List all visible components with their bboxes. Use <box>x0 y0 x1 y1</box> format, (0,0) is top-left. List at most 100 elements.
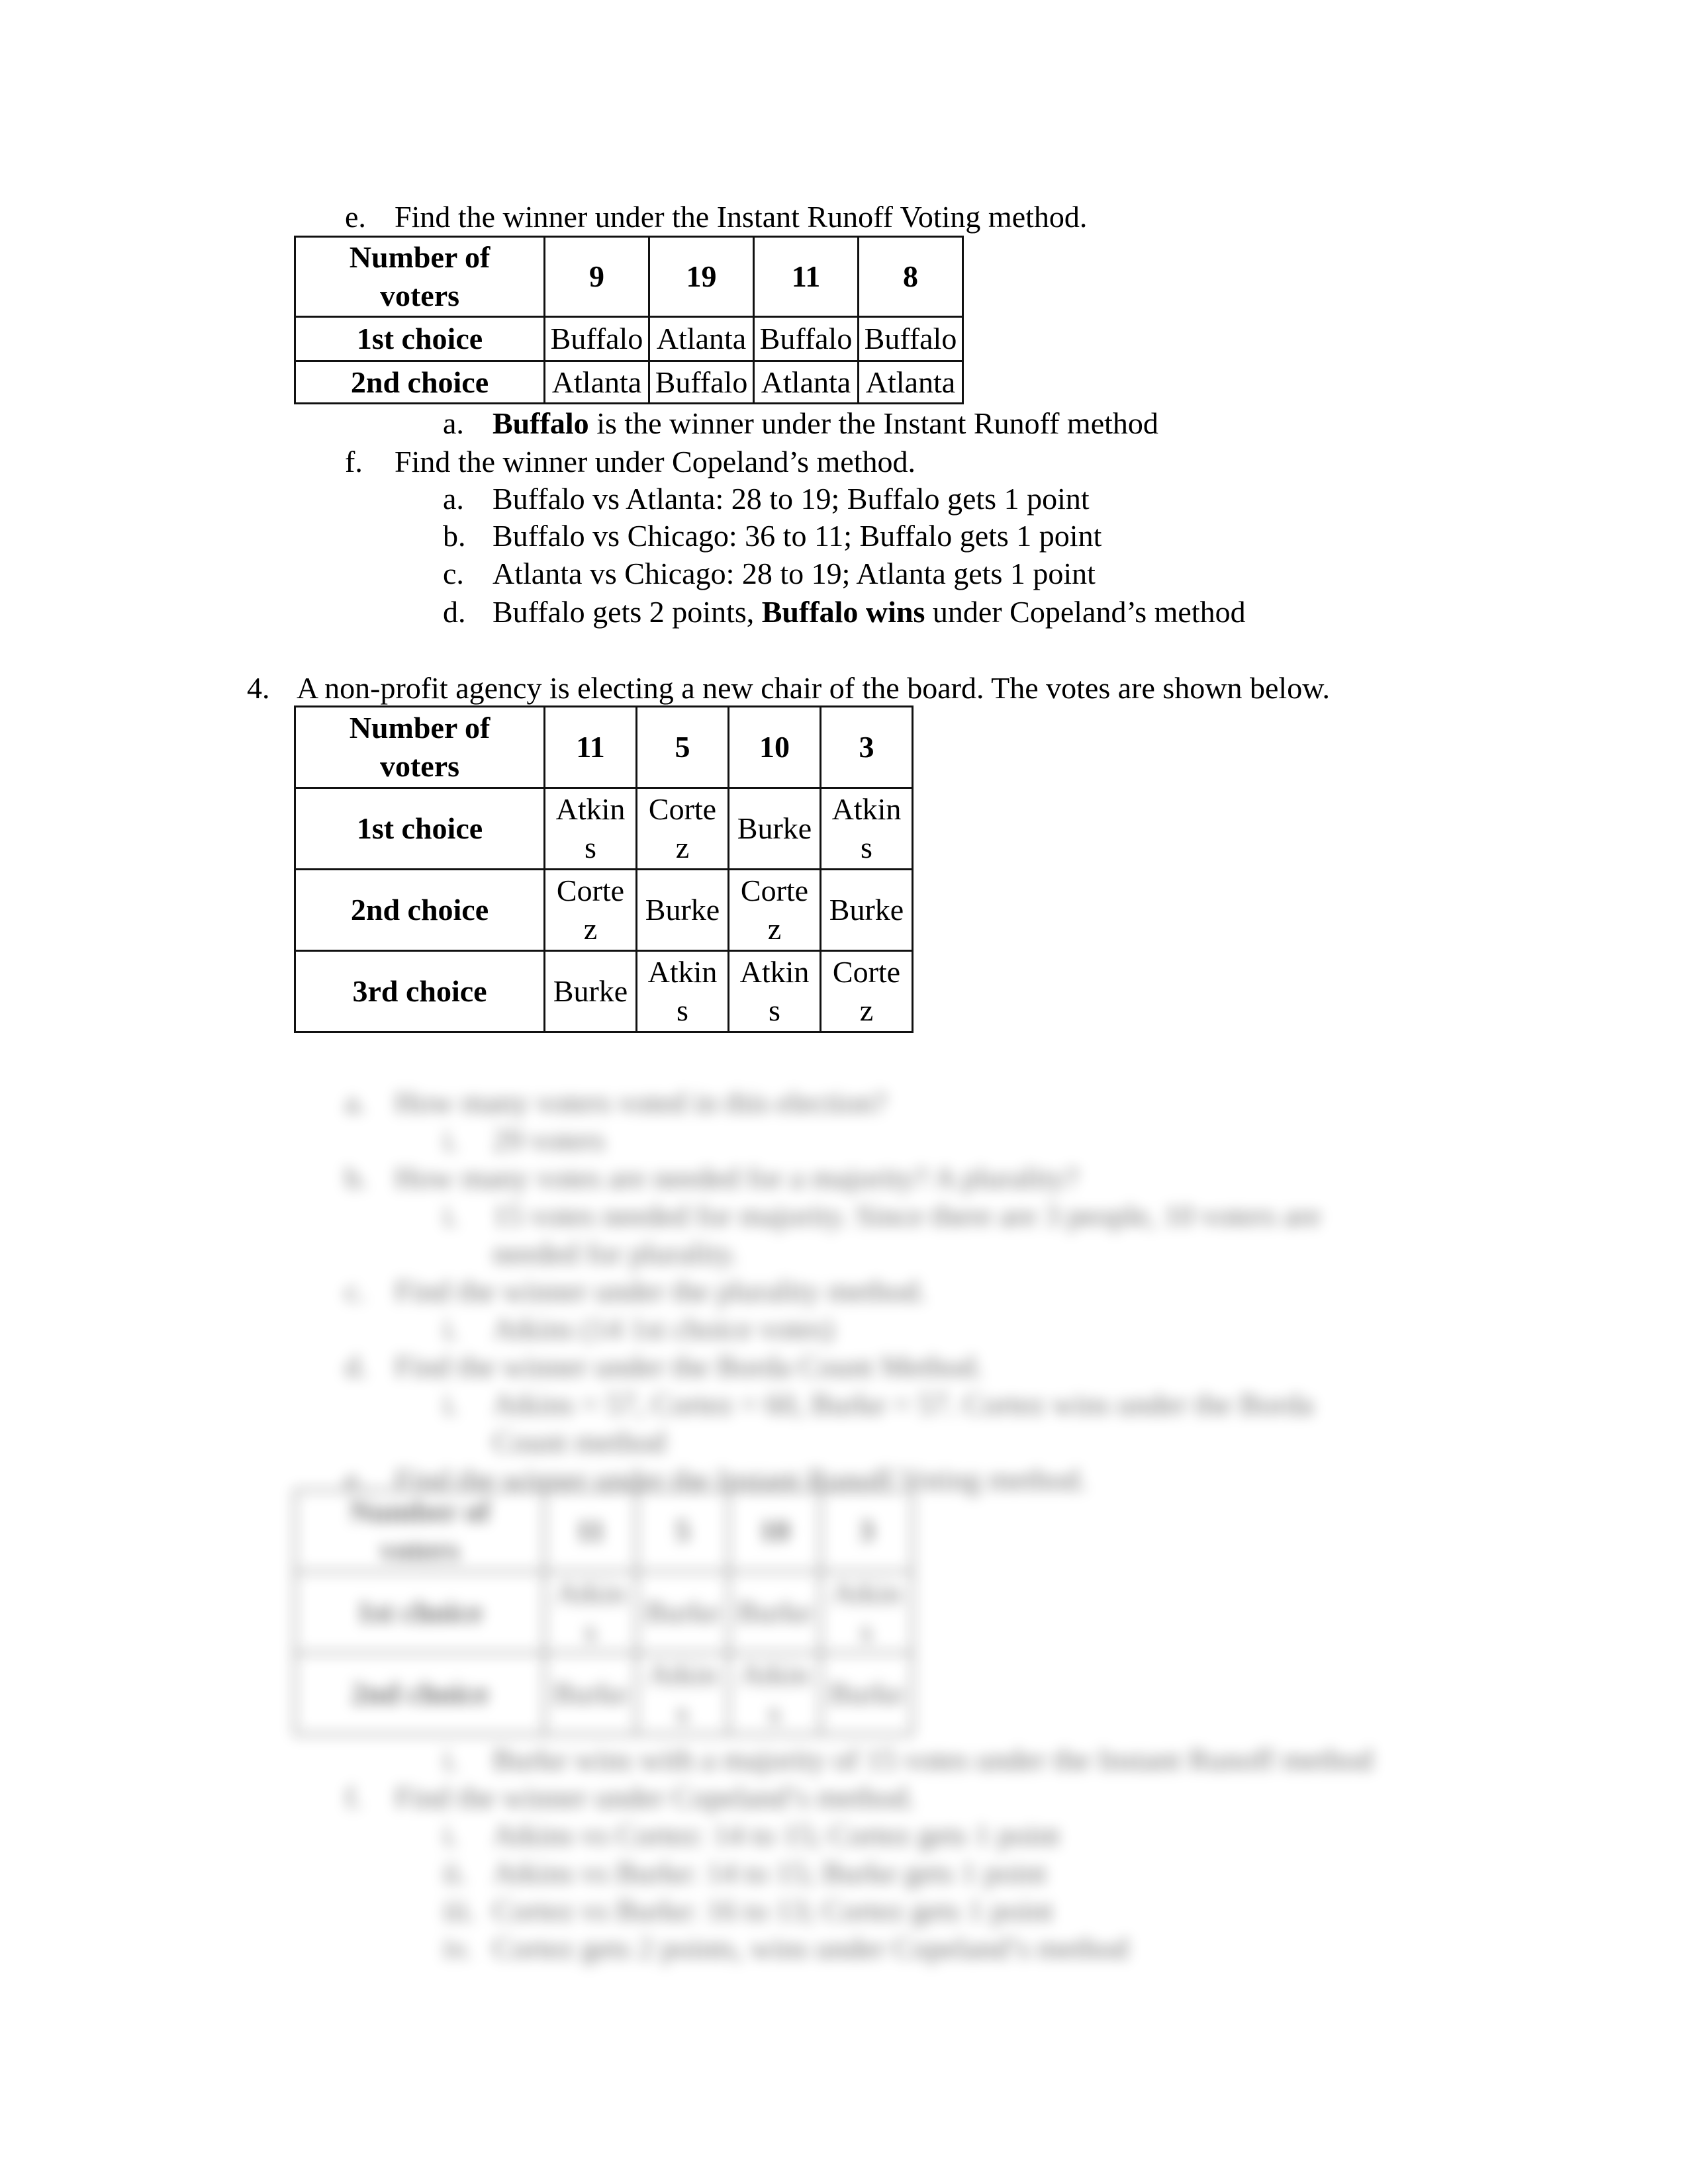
table-cell: Burke <box>543 950 637 1033</box>
blurred-preview: a. How many voters voted in this election… <box>0 1079 1688 2005</box>
line-text: Burke wins with a majority of 15 votes u… <box>492 1743 1374 1776</box>
list-marker: i. <box>443 1387 459 1421</box>
table-cell: Atkins <box>635 1652 729 1735</box>
voter-count: 5 <box>635 705 729 789</box>
table-cell: Atlanta <box>648 316 755 362</box>
row-label: 2nd choice <box>294 868 545 952</box>
line-text: 15 votes needed for majority. Since ther… <box>492 1199 1321 1232</box>
table-row: Number of voters 11 5 10 3 <box>294 705 914 789</box>
table-cell: Burke <box>820 868 914 952</box>
table-row: 1st choice Atkins Cortez Burke Atkins <box>294 787 914 870</box>
table-cell: Buffalo <box>648 360 755 404</box>
blurred-irv-table: Number of voters 11 5 10 3 1st choice At… <box>294 1489 914 1735</box>
list-marker: a. <box>443 406 464 440</box>
list-marker: a. <box>443 482 464 516</box>
table-cell: Atlanta <box>857 360 964 404</box>
table-row: Number of voters 9 19 11 8 <box>294 236 964 318</box>
voter-count: 9 <box>543 236 650 318</box>
table-cell: Burke <box>543 1652 637 1735</box>
list-marker: f. <box>345 1780 363 1814</box>
table-row: 2nd choice Atlanta Buffalo Atlanta Atlan… <box>294 360 964 404</box>
item-text: under Copeland’s method <box>925 595 1246 629</box>
table-cell: Atkins <box>727 1652 821 1735</box>
list-marker: c. <box>345 1274 366 1308</box>
table-cell: Buffalo <box>543 316 650 362</box>
item-text: Buffalo vs Atlanta: 28 to 19; Buffalo ge… <box>492 482 1090 516</box>
voter-count: 19 <box>648 236 755 318</box>
header-label: Number of voters <box>294 705 545 789</box>
list-marker: d. <box>345 1349 368 1383</box>
table-cell: Burke <box>635 1570 729 1654</box>
list-marker: b. <box>345 1161 368 1195</box>
prompt-text: Find the winner under the Instant Runoff… <box>395 200 1088 234</box>
list-marker: d. <box>443 595 466 629</box>
table-cell: Atlanta <box>543 360 650 404</box>
line-text: How many votes are needed for a majority… <box>395 1161 1079 1195</box>
table-cell: Atkins <box>727 950 821 1033</box>
table-cell: Buffalo <box>753 316 859 362</box>
winner-name: Buffalo <box>492 406 589 440</box>
line-text: Find the winner under the Borda Count Me… <box>395 1349 984 1383</box>
header-label: Number of voters <box>294 236 545 318</box>
item-text: Buffalo gets 2 points, <box>492 595 762 629</box>
voter-count: 3 <box>820 1489 914 1572</box>
table-cell: Burke <box>727 787 821 870</box>
table-cell: Cortez <box>820 950 914 1033</box>
question-number: 4. <box>247 671 270 705</box>
table-cell: Cortez <box>727 868 821 952</box>
voter-count: 11 <box>543 705 637 789</box>
voter-count: 10 <box>727 1489 821 1572</box>
table-cell: Atkins <box>820 787 914 870</box>
row-label: 1st choice <box>294 787 545 870</box>
table-cell: Buffalo <box>857 316 964 362</box>
table-cell: Cortez <box>543 868 637 952</box>
table-cell: Atkins <box>820 1570 914 1654</box>
prompt-text: Find the winner under Copeland’s method. <box>395 445 915 478</box>
list-marker: ii. <box>443 1856 468 1889</box>
table-row: Number of voters 11 5 10 3 <box>294 1489 914 1572</box>
table-row: 3rd choice Burke Atkins Atkins Cortez <box>294 950 914 1033</box>
line-text: Count method <box>492 1425 666 1459</box>
table-cell: Atkins <box>635 950 729 1033</box>
table-cell: Atkins <box>543 1570 637 1654</box>
table-cell: Atlanta <box>753 360 859 404</box>
table-cell: Burke <box>727 1570 821 1654</box>
row-label: 2nd choice <box>294 360 545 404</box>
line-text: Atkins vs Cortez: 14 to 15; Cortez gets … <box>492 1818 1060 1852</box>
list-marker: i. <box>443 1312 459 1345</box>
row-label: 2nd choice <box>294 1652 545 1735</box>
voter-count: 8 <box>857 236 964 318</box>
line-text: Find the winner under Copeland’s method. <box>395 1780 915 1814</box>
voter-count: 10 <box>727 705 821 789</box>
line-text: Atkins = 57, Cortez = 60, Burke = 57. Co… <box>492 1387 1314 1421</box>
line-text: Atkins (14 1st choice votes) <box>492 1312 835 1345</box>
line-text: 29 voters <box>492 1123 605 1157</box>
line-text: Find the winner under the plurality meth… <box>395 1274 927 1308</box>
voter-count: 11 <box>753 236 859 318</box>
list-marker: a. <box>345 1085 366 1119</box>
chair-vote-table: Number of voters 11 5 10 3 1st choice At… <box>294 705 914 1033</box>
line-text: Cortez gets 2 points, wins under Copelan… <box>492 1931 1129 1965</box>
list-marker: i. <box>443 1123 459 1157</box>
line-text: How many voters voted in this election? <box>395 1085 887 1119</box>
list-marker: f. <box>345 445 363 478</box>
voter-count: 5 <box>635 1489 729 1572</box>
line-text: needed for plurality. <box>492 1236 739 1270</box>
list-marker: i. <box>443 1743 459 1776</box>
table-cell: Atkins <box>543 787 637 870</box>
table-row: 2nd choice Cortez Burke Cortez Burke <box>294 868 914 952</box>
irv-vote-table: Number of voters 9 19 11 8 1st choice Bu… <box>294 236 964 404</box>
header-label: Number of voters <box>294 1489 545 1572</box>
table-cell: Burke <box>820 1652 914 1735</box>
list-marker: i. <box>443 1818 459 1852</box>
item-text: Buffalo vs Chicago: 36 to 11; Buffalo ge… <box>492 519 1102 553</box>
prompt-text: A non-profit agency is electing a new ch… <box>297 671 1330 705</box>
line-text: Atkins vs Burke: 14 to 15; Burke gets 1 … <box>492 1856 1047 1889</box>
table-row: 1st choice Atkins Burke Burke Atkins <box>294 1570 914 1654</box>
answer-text: is the winner under the Instant Runoff m… <box>588 406 1158 440</box>
voter-count: 3 <box>820 705 914 789</box>
table-row: 2nd choice Burke Atkins Atkins Burke <box>294 1652 914 1735</box>
row-label: 1st choice <box>294 316 545 362</box>
list-marker: e. <box>345 200 366 234</box>
list-marker: b. <box>443 519 466 553</box>
